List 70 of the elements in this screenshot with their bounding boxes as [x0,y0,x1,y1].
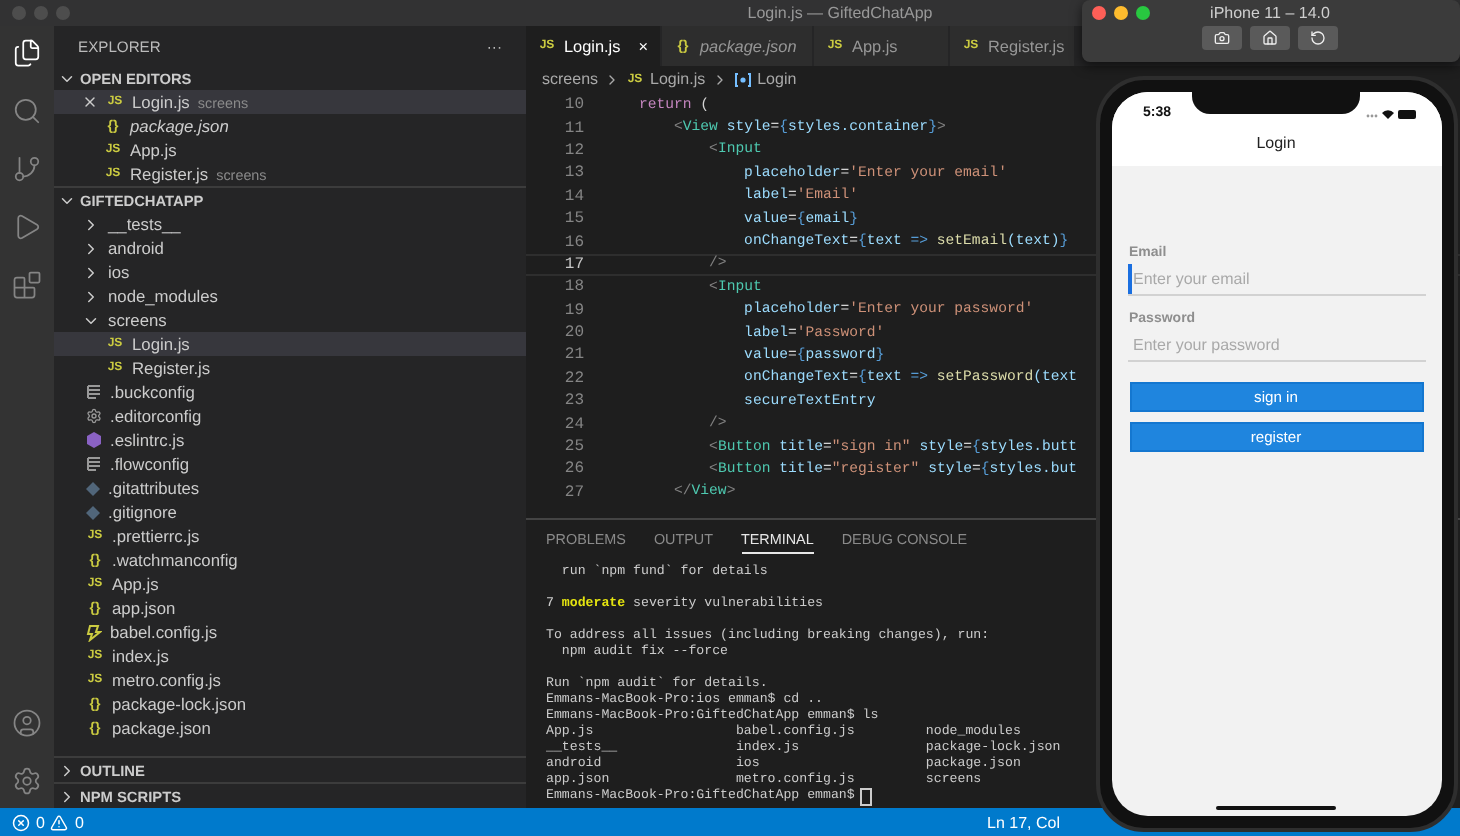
simulator-tool-button[interactable] [1202,26,1242,50]
files-icon [12,38,42,68]
line-number: 16 [562,233,586,252]
file-item[interactable]: .gitattributes [54,476,526,500]
file-item[interactable]: .gitignore [54,500,526,524]
branch-icon [12,154,42,184]
extensions-icon [12,270,42,300]
error-count[interactable]: 0 [36,813,45,831]
activity-button[interactable] [12,38,42,68]
terminal-cursor [860,787,873,805]
minimize-light[interactable] [1113,6,1127,20]
gear-icon [86,408,102,424]
close-tab-button[interactable]: × [638,37,648,55]
home-icon [1262,30,1278,46]
line-number: 21 [562,346,586,365]
folder-item[interactable]: android [54,236,526,260]
line-number: 27 [562,483,586,502]
line-number: 25 [562,438,586,457]
line-number: 18 [562,278,586,297]
input-field[interactable]: Enter your password [1127,330,1425,362]
camera-icon [1214,30,1230,46]
line-number: 22 [562,369,586,388]
file-item[interactable]: .buckconfig [54,380,526,404]
simulator-tool-button[interactable] [1250,26,1290,50]
simulator-tool-button[interactable] [1298,26,1338,50]
settings-icon [12,766,42,796]
line-number: 24 [562,415,586,434]
home-indicator [1216,806,1336,810]
line-number: 19 [562,301,586,320]
input-field[interactable]: Enter your email [1127,264,1425,296]
line-number: 14 [562,187,586,206]
breadcrumb-item[interactable]: Login [757,70,797,88]
account-icon [12,708,42,738]
file-item[interactable]: babel.config.js [54,620,526,644]
lines-icon [86,384,102,400]
close-icon[interactable] [82,94,98,110]
rotate-icon [1310,30,1326,46]
line-number: 13 [562,164,586,183]
file-item[interactable]: .eslintrc.js [54,428,526,452]
line-number: 17 [562,255,586,274]
lines-icon [86,456,102,472]
folder-item[interactable]: __tests__ [54,212,526,236]
simulator-title: iPhone 11 – 14.0 [1210,4,1330,22]
line-number: 23 [562,392,586,411]
screen-title: Login [1254,134,1298,152]
folder-item[interactable]: node_modules [54,284,526,308]
signal-battery-icon [1365,107,1417,119]
cursor-position[interactable]: Ln 17, Col [987,813,1060,831]
play-icon [12,212,42,242]
symbol-icon [733,71,752,87]
line-number: 10 [562,96,586,115]
warning-count[interactable]: 0 [74,813,84,831]
breadcrumb-item[interactable]: screens [542,70,599,88]
close-light[interactable] [1091,6,1105,20]
line-number: 20 [562,324,586,343]
line-number: 12 [562,141,586,160]
hexagon-icon [86,432,102,448]
line-number: 11 [562,119,586,138]
file-item[interactable]: .flowconfig [54,452,526,476]
zoom-light[interactable] [1135,6,1149,20]
warning-icon [50,813,69,831]
line-number: 26 [562,460,586,479]
error-icon [12,813,30,831]
file-item[interactable]: .editorconfig [54,404,526,428]
folder-item[interactable]: screens [54,308,526,332]
window-title: Login.js — GiftedChatApp [745,4,933,22]
line-number: 15 [562,210,586,229]
breadcrumb-item[interactable]: Login.js [650,70,706,88]
search-icon [12,96,42,126]
folder-item[interactable]: ios [54,260,526,284]
